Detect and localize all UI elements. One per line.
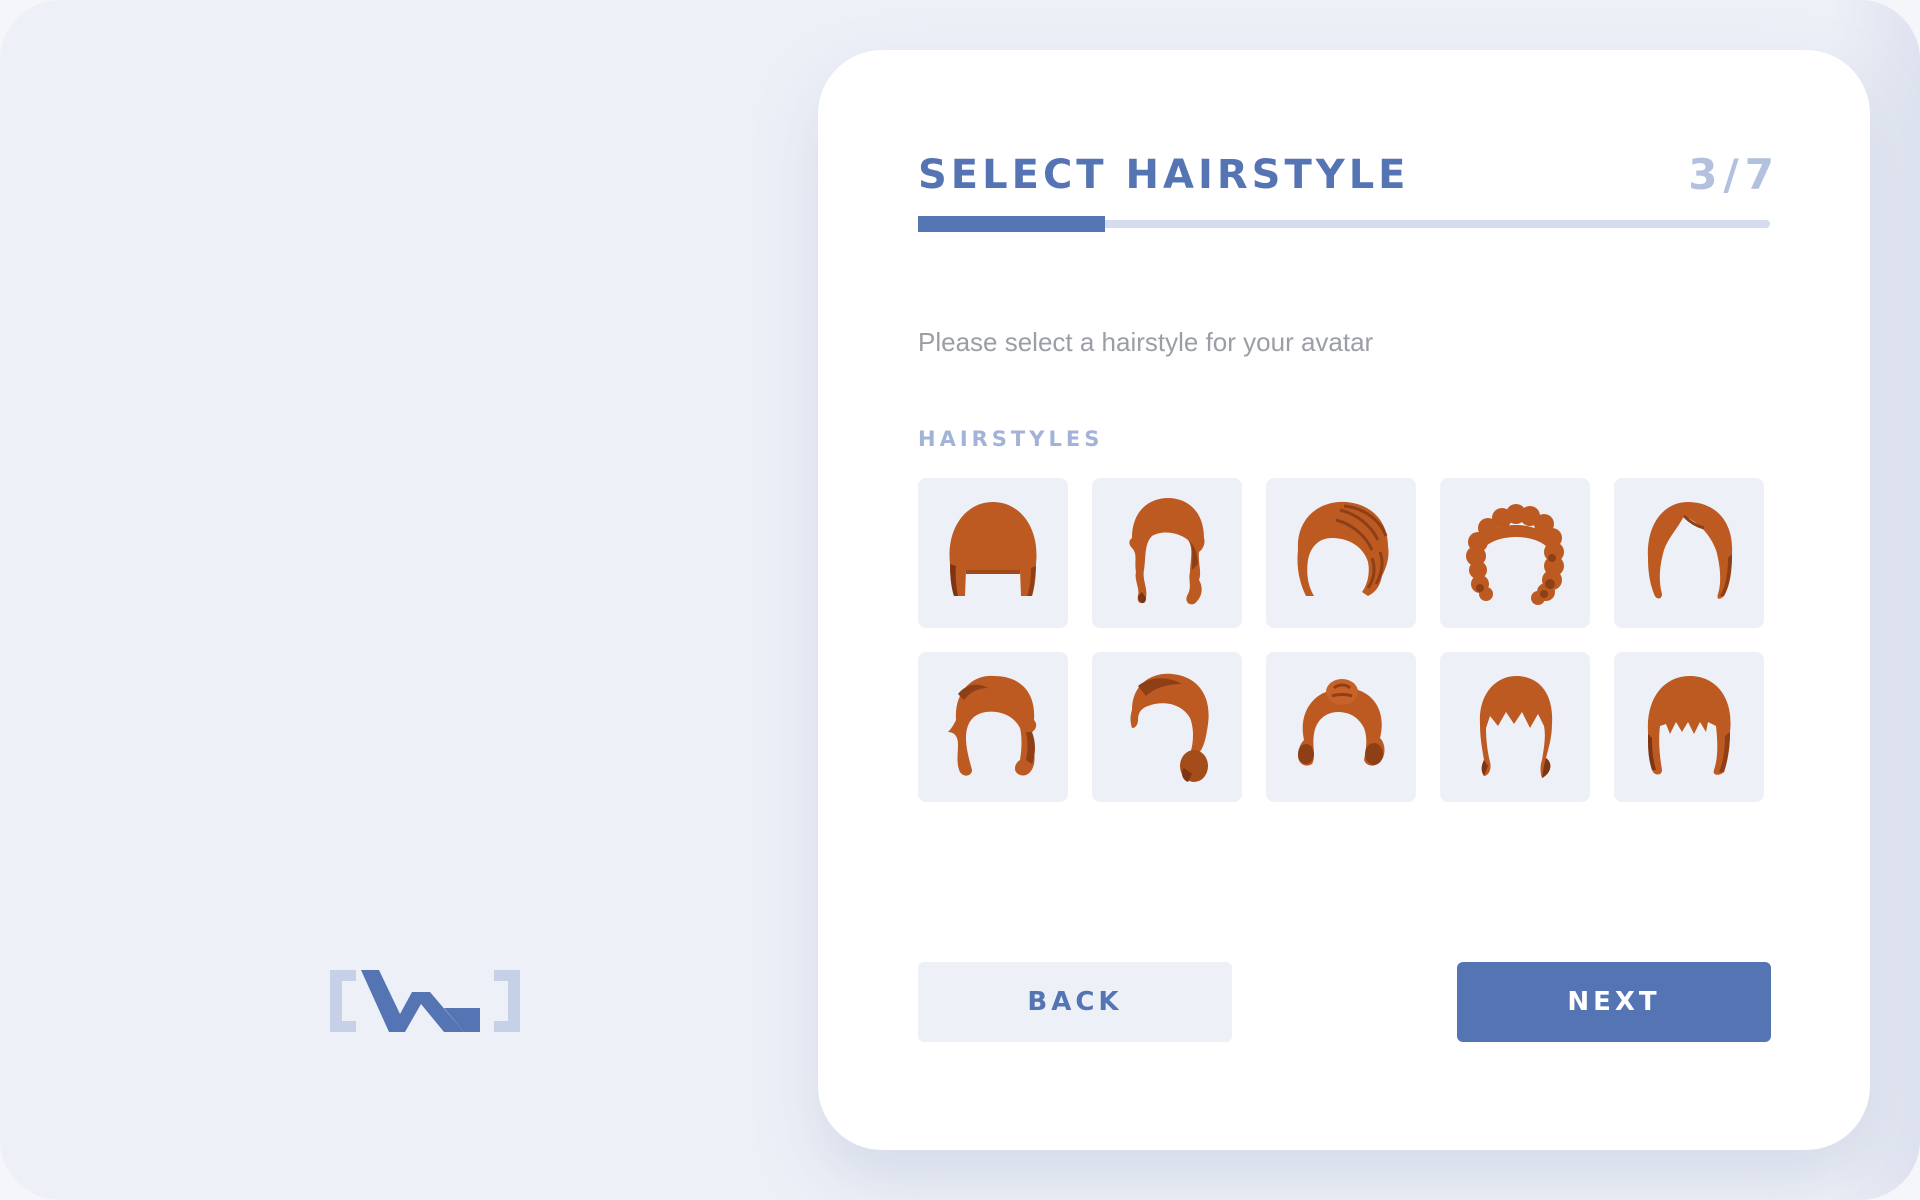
- hairstyle-option[interactable]: [1440, 652, 1590, 802]
- hairstyle-card: SELECT HAIRSTYLE 3/7 Please select a hai…: [818, 50, 1870, 1150]
- hair-blunt-fringe-icon: [1647, 676, 1731, 775]
- hair-side-part-long-icon: [1647, 502, 1733, 599]
- hair-curly-afro-icon: [1466, 504, 1564, 605]
- progress-bar-fill: [918, 216, 1106, 232]
- hairstyle-option[interactable]: [1614, 652, 1764, 802]
- hairstyle-option[interactable]: [1440, 478, 1590, 628]
- hairstyle-option[interactable]: [1092, 478, 1242, 628]
- app-background: SELECT HAIRSTYLE 3/7 Please select a hai…: [0, 0, 1920, 1200]
- hair-retro-curl-icon: [948, 675, 1037, 776]
- page-title: SELECT HAIRSTYLE: [918, 152, 1410, 198]
- back-button[interactable]: BACK: [918, 962, 1232, 1042]
- hair-bob-bangs-icon: [949, 502, 1037, 596]
- hair-pin-curls-icon: [1298, 679, 1385, 766]
- hairstyle-option[interactable]: [1614, 478, 1764, 628]
- hairstyles-section-label: HAIRSTYLES: [918, 427, 1104, 451]
- hair-bangs-flip-icon: [1479, 676, 1553, 778]
- next-button[interactable]: NEXT: [1457, 962, 1771, 1042]
- hair-side-swept-bun-icon: [1130, 673, 1209, 782]
- hairstyle-option[interactable]: [1092, 652, 1242, 802]
- hair-braided-side-icon: [1297, 501, 1389, 596]
- hairstyle-option[interactable]: [918, 652, 1068, 802]
- hairstyle-grid: [918, 478, 1768, 802]
- hair-wavy-shoulder-icon: [1129, 498, 1205, 605]
- hairstyle-option[interactable]: [918, 478, 1068, 628]
- progress-bar: [918, 216, 1770, 232]
- va-logo-icon: [330, 970, 520, 1032]
- hairstyle-option[interactable]: [1266, 478, 1416, 628]
- hairstyle-option[interactable]: [1266, 652, 1416, 802]
- step-indicator: 3/7: [1688, 150, 1780, 199]
- page-subtitle: Please select a hairstyle for your avata…: [918, 327, 1374, 357]
